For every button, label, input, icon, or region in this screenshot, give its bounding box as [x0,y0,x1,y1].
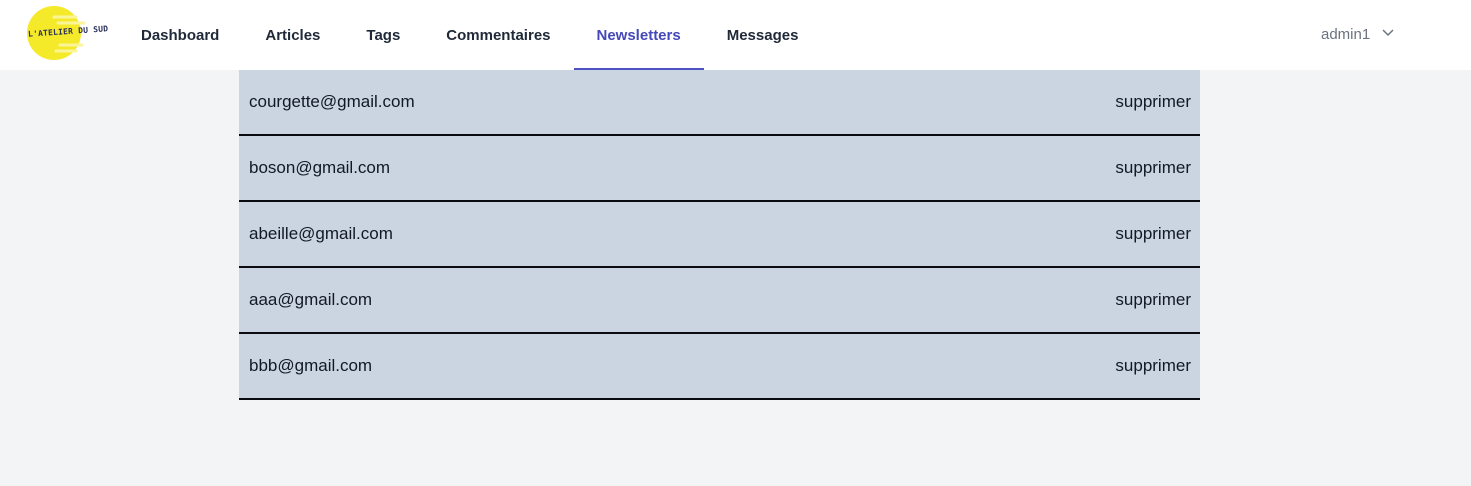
delete-button[interactable]: supprimer [1115,92,1191,112]
subscriber-email: courgette@gmail.com [249,92,415,111]
table-row: boson@gmail.com supprimer [239,136,1200,202]
table-row: aaa@gmail.com supprimer [239,268,1200,334]
subscriber-email: aaa@gmail.com [249,290,373,309]
table-row: abeille@gmail.com supprimer [239,202,1200,268]
delete-button[interactable]: supprimer [1115,158,1191,178]
main-nav: Dashboard Articles Tags Commentaires New… [118,0,821,70]
logo[interactable]: L'ATELIER DU SUD [24,5,108,63]
nav-newsletters[interactable]: Newsletters [573,0,704,70]
delete-button[interactable]: supprimer [1115,356,1191,376]
table-row: bbb@gmail.com supprimer [239,334,1200,400]
top-navbar: L'ATELIER DU SUD Dashboard Articles Tags… [0,0,1471,70]
nav-dashboard[interactable]: Dashboard [118,0,242,70]
subscriber-email: boson@gmail.com [249,158,391,177]
nav-tags[interactable]: Tags [343,0,423,70]
newsletter-subscribers-list: courgette@gmail.com supprimer boson@gmai… [239,70,1200,400]
nav-commentaires[interactable]: Commentaires [423,0,573,70]
delete-button[interactable]: supprimer [1115,290,1191,310]
subscriber-email: bbb@gmail.com [249,356,373,375]
delete-button[interactable]: supprimer [1115,224,1191,244]
chevron-down-icon [1382,24,1394,41]
table-row: courgette@gmail.com supprimer [239,70,1200,136]
nav-articles[interactable]: Articles [242,0,343,70]
subscriber-email: abeille@gmail.com [249,224,393,243]
user-menu[interactable]: admin1 [1321,0,1394,68]
user-name: admin1 [1321,25,1371,43]
nav-messages[interactable]: Messages [704,0,822,70]
